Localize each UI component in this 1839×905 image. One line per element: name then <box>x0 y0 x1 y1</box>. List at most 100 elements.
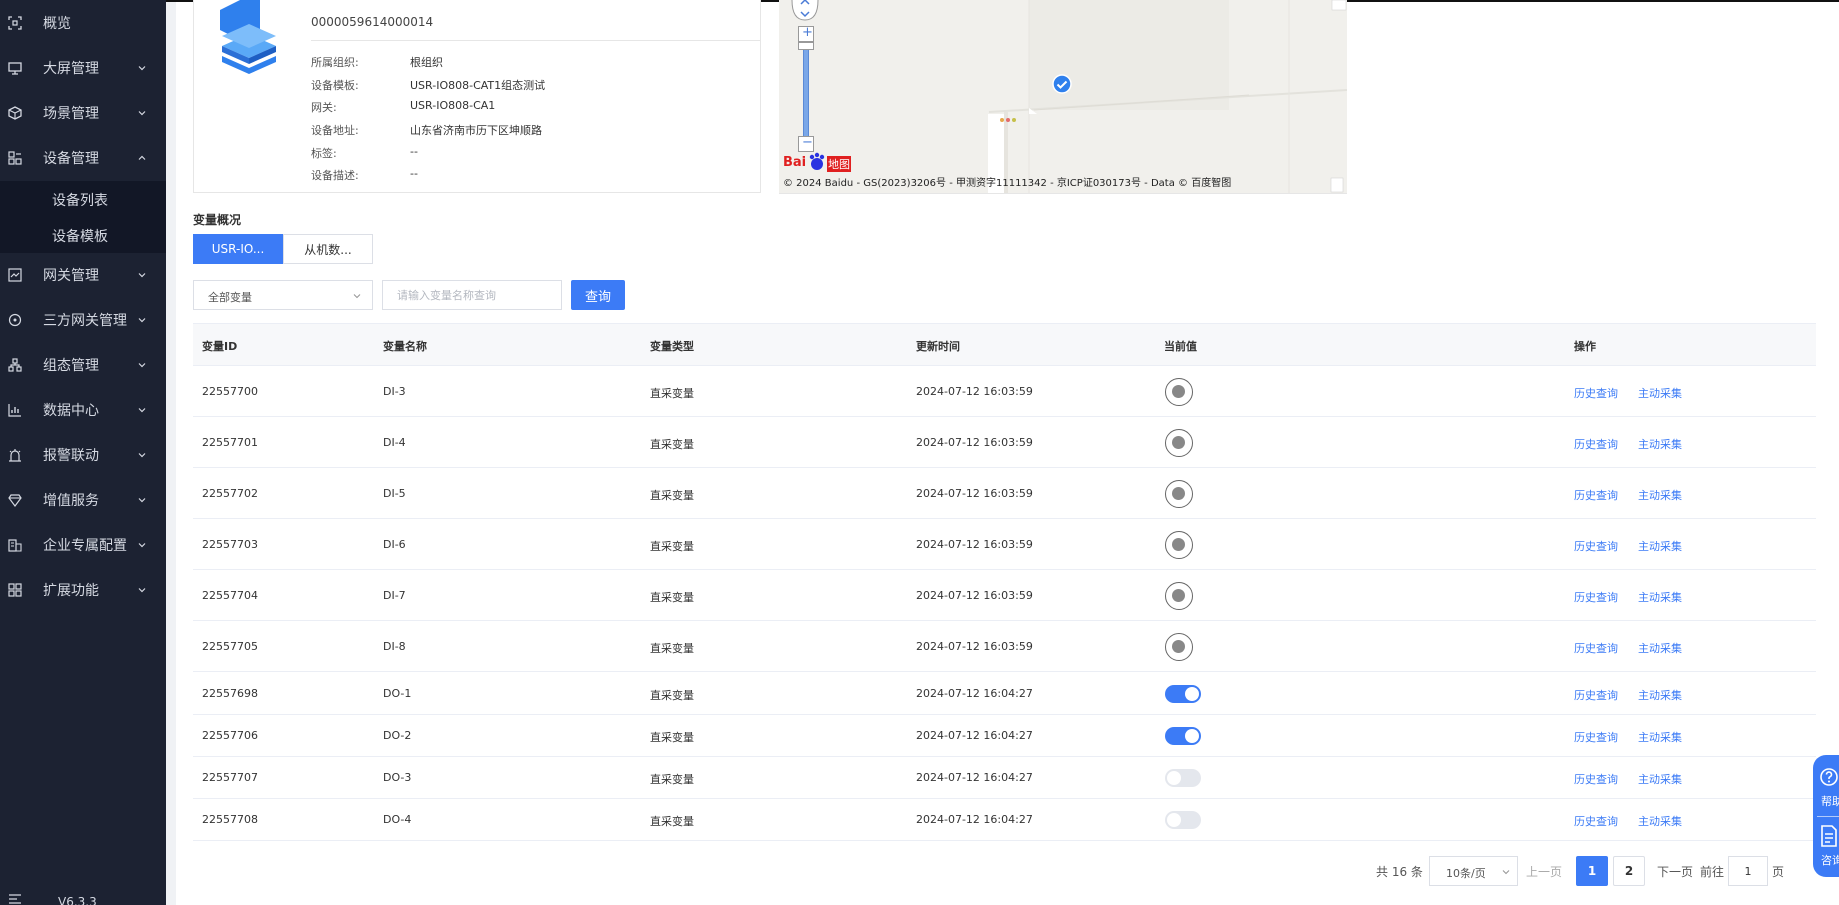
variable-filter-select[interactable]: 全部变量 <box>193 280 373 310</box>
version-label: V6.3.3 <box>58 895 97 905</box>
sidebar-item-enterprise[interactable]: 企业专属配置 <box>0 523 166 567</box>
field-label-description: 设备描述: <box>311 169 359 182</box>
history-query-link[interactable]: 历史查询 <box>1574 436 1618 452</box>
table-row: 22557702 DI-5 直采变量 2024-07-12 16:03:59 历史查询 主… <box>193 468 1816 519</box>
digital-output-switch[interactable] <box>1165 727 1201 745</box>
active-collect-link[interactable]: 主动采集 <box>1638 729 1682 745</box>
map-marker-icon[interactable] <box>1051 73 1073 95</box>
table-row: 22557698 DO-1 直采变量 2024-07-12 16:04:27 历史查询 主… <box>193 672 1816 715</box>
baidu-logo: Bai 地图 <box>783 152 851 172</box>
sidebar-item-third-party-gateway[interactable]: 三方网关管理 <box>0 298 166 342</box>
variable-name-cell: DI-3 <box>383 385 406 398</box>
active-collect-link[interactable]: 主动采集 <box>1638 436 1682 452</box>
tab-usr-io[interactable]: USR-IO... <box>193 234 283 264</box>
switch-knob <box>1185 729 1199 743</box>
device-map[interactable]: + − Bai 地图 © 2024 Baidu - GS(2023)3206号 … <box>779 0 1347 194</box>
active-collect-link[interactable]: 主动采集 <box>1638 771 1682 787</box>
sidebar-item-data-center[interactable]: 数据中心 <box>0 388 166 432</box>
digital-output-switch[interactable] <box>1165 685 1201 703</box>
active-collect-link[interactable]: 主动采集 <box>1638 687 1682 703</box>
active-collect-link[interactable]: 主动采集 <box>1638 640 1682 656</box>
history-query-link[interactable]: 历史查询 <box>1574 385 1618 401</box>
variable-name-cell: DI-4 <box>383 436 406 449</box>
switch-knob <box>1167 771 1181 785</box>
monitor-icon <box>8 62 22 75</box>
bar-chart-icon <box>8 404 21 417</box>
sidebar-subitem-device-template[interactable]: 设备模板 <box>52 226 108 246</box>
sidebar-item-device[interactable]: 设备管理 <box>0 136 166 180</box>
divider <box>311 40 760 41</box>
history-query-link[interactable]: 历史查询 <box>1574 640 1618 656</box>
collapse-menu-icon[interactable] <box>8 893 22 905</box>
chevron-down-icon <box>138 111 146 116</box>
variable-name-cell: DO-3 <box>383 771 412 784</box>
table-row: 22557701 DI-4 直采变量 2024-07-12 16:03:59 历史查询 主… <box>193 417 1816 468</box>
history-query-link[interactable]: 历史查询 <box>1574 538 1618 554</box>
digital-input-indicator <box>1165 633 1193 661</box>
update-time-cell: 2024-07-12 16:03:59 <box>916 640 1033 653</box>
sidebar-subitem-device-list[interactable]: 设备列表 <box>52 190 108 210</box>
baidu-paw-icon <box>809 152 825 170</box>
variable-name-cell: DI-6 <box>383 538 406 551</box>
history-query-link[interactable]: 历史查询 <box>1574 487 1618 503</box>
digital-input-indicator <box>1165 378 1193 406</box>
page-size-select[interactable]: 10条/页 <box>1429 856 1518 886</box>
active-collect-link[interactable]: 主动采集 <box>1638 538 1682 554</box>
variable-type-cell: 直采变量 <box>650 689 694 702</box>
active-collect-link[interactable]: 主动采集 <box>1638 385 1682 401</box>
variable-id-cell: 22557702 <box>202 487 258 500</box>
chevron-down-icon <box>138 273 146 278</box>
next-page-button[interactable]: 下一页 <box>1657 863 1693 880</box>
sidebar-item-screen[interactable]: 大屏管理 <box>0 46 166 90</box>
history-query-link[interactable]: 历史查询 <box>1574 687 1618 703</box>
active-collect-link[interactable]: 主动采集 <box>1638 589 1682 605</box>
active-collect-link[interactable]: 主动采集 <box>1638 813 1682 829</box>
sidebar-item-alarm[interactable]: 报警联动 <box>0 433 166 477</box>
consult-label[interactable]: 咨询 <box>1821 852 1839 868</box>
sidebar-item-configuration[interactable]: 组态管理 <box>0 343 166 387</box>
help-label[interactable]: 帮助 <box>1821 793 1839 809</box>
history-query-link[interactable]: 历史查询 <box>1574 729 1618 745</box>
history-query-link[interactable]: 历史查询 <box>1574 813 1618 829</box>
tab-slave-data[interactable]: 从机数... <box>283 234 373 264</box>
digital-output-switch[interactable] <box>1165 811 1201 829</box>
sidebar-item-value-added[interactable]: 增值服务 <box>0 478 166 522</box>
active-collect-link[interactable]: 主动采集 <box>1638 487 1682 503</box>
sidebar-item-overview[interactable]: 概览 <box>0 1 166 45</box>
chevron-down-icon <box>1502 870 1510 875</box>
map-zoom-track[interactable] <box>803 50 809 136</box>
chevron-down-icon <box>138 543 146 548</box>
update-time-cell: 2024-07-12 16:04:27 <box>916 729 1033 742</box>
page-button-1[interactable]: 1 <box>1576 856 1608 886</box>
digital-output-switch[interactable] <box>1165 769 1201 787</box>
variable-name-cell: DI-5 <box>383 487 406 500</box>
consult-icon[interactable] <box>1819 825 1839 847</box>
digital-input-indicator <box>1165 429 1193 457</box>
chevron-down-icon <box>138 588 146 593</box>
sidebar-item-gateway[interactable]: 网关管理 <box>0 253 166 297</box>
table-row: 22557706 DO-2 直采变量 2024-07-12 16:04:27 历史查询 主… <box>193 715 1816 757</box>
map-zoom-out-button[interactable]: − <box>798 135 814 152</box>
query-button[interactable]: 查询 <box>571 280 625 310</box>
column-header: 变量ID <box>202 340 238 353</box>
variable-search-input[interactable] <box>382 280 562 310</box>
goto-page-input[interactable] <box>1728 856 1768 886</box>
prev-page-button[interactable]: 上一页 <box>1526 863 1562 880</box>
variable-id-cell: 22557698 <box>202 687 258 700</box>
switch-knob <box>1167 813 1181 827</box>
map-zoom-slider-handle[interactable] <box>798 42 814 50</box>
page-button-2[interactable]: 2 <box>1613 856 1645 886</box>
variable-type-cell: 直采变量 <box>650 540 694 553</box>
variable-id-cell: 22557708 <box>202 813 258 826</box>
map-zoom-in-button[interactable]: + <box>798 25 814 42</box>
variable-type-cell: 直采变量 <box>650 489 694 502</box>
history-query-link[interactable]: 历史查询 <box>1574 589 1618 605</box>
history-query-link[interactable]: 历史查询 <box>1574 771 1618 787</box>
map-pan-control-icon[interactable] <box>790 0 820 22</box>
sidebar-item-scene[interactable]: 场景管理 <box>0 91 166 135</box>
variable-id-cell: 22557707 <box>202 771 258 784</box>
sidebar-item-extensions[interactable]: 扩展功能 <box>0 568 166 612</box>
variable-type-cell: 直采变量 <box>650 387 694 400</box>
switch-knob <box>1185 687 1199 701</box>
help-icon[interactable] <box>1819 767 1839 787</box>
